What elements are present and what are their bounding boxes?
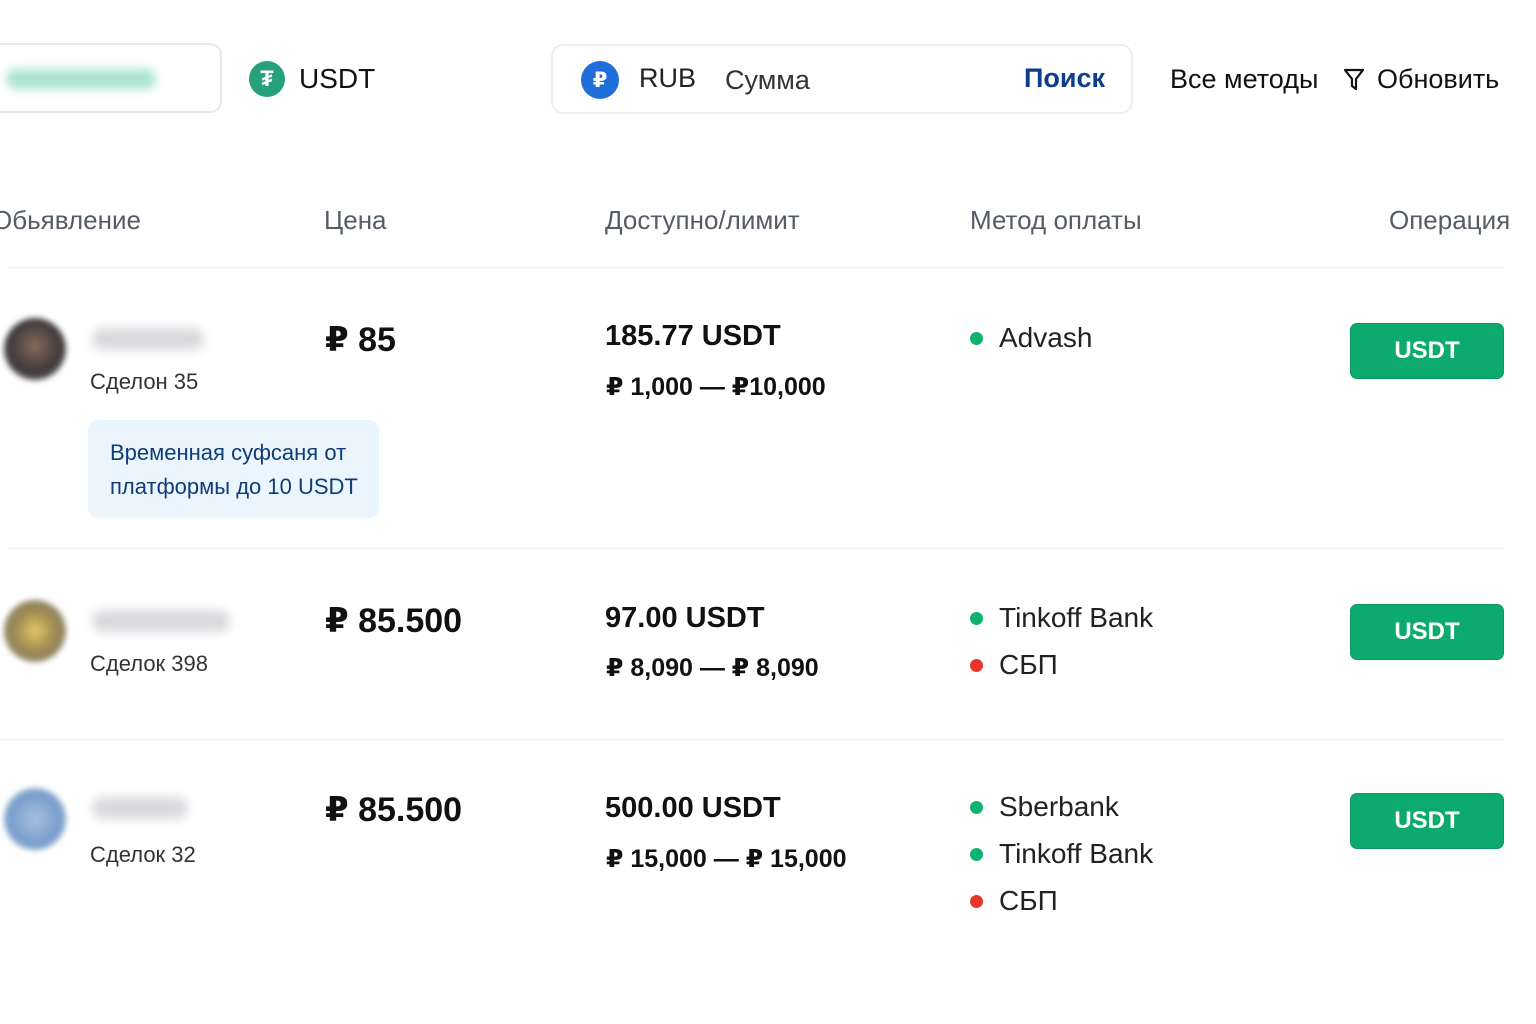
- blurred-username[interactable]: [92, 610, 230, 632]
- p2p-market-page: ₮ USDT ₽ RUB Поиск Все методы Обновить О…: [0, 0, 1536, 1024]
- price: ₽ 85.500: [325, 791, 463, 829]
- avatar[interactable]: [4, 788, 66, 850]
- all-methods-dropdown[interactable]: Все методы: [1170, 64, 1318, 95]
- header-payment-method: Метод оплаты: [970, 205, 1142, 235]
- buy-button[interactable]: USDT: [1350, 604, 1504, 660]
- buy-button[interactable]: USDT: [1350, 793, 1504, 849]
- refresh-label: Обновить: [1377, 64, 1500, 94]
- payment-method-label: СБП: [999, 885, 1058, 916]
- available-amount: 97.00 USDT: [605, 602, 765, 634]
- deals-count: Сделок 32: [90, 842, 196, 867]
- filter-icon: [1343, 68, 1365, 90]
- payment-method: Sberbank: [970, 791, 1119, 823]
- payment-method: СБП: [970, 885, 1058, 917]
- header-ad: Обьявление: [0, 205, 141, 235]
- tether-icon: ₮: [249, 61, 285, 97]
- limit-range: ₽ 1,000 — ₽10,000: [606, 373, 826, 401]
- blurred-username[interactable]: [92, 328, 204, 350]
- header-price: Цена: [324, 205, 387, 235]
- price: ₽ 85: [325, 321, 396, 359]
- status-dot-icon: [970, 847, 983, 861]
- payment-method-label: Sberbank: [999, 791, 1119, 822]
- header-operation: Операция: [1389, 205, 1511, 235]
- available-amount: 500.00 USDT: [605, 792, 781, 824]
- payment-method: Tinkoff Bank: [970, 602, 1153, 634]
- amount-input[interactable]: [725, 60, 1005, 100]
- avatar[interactable]: [4, 600, 66, 662]
- payment-method-label: Tinkoff Bank: [999, 838, 1154, 869]
- divider: [8, 548, 1504, 549]
- avatar[interactable]: [4, 318, 66, 380]
- deals-count: Сделок 398: [90, 651, 208, 676]
- promo-text-line: Временная суфсаня от: [110, 440, 347, 465]
- crypto-selector[interactable]: ₮ USDT: [249, 61, 375, 97]
- payment-method-label: Tinkoff Bank: [999, 602, 1154, 633]
- crypto-label: USDT: [299, 63, 376, 94]
- status-dot-icon: [970, 611, 983, 625]
- status-dot-icon: [970, 658, 983, 672]
- fiat-label[interactable]: RUB: [639, 63, 696, 94]
- status-dot-icon: [970, 894, 983, 908]
- payment-method-label: СБП: [999, 649, 1058, 680]
- status-dot-icon: [970, 331, 983, 345]
- payment-method: Tinkoff Bank: [970, 838, 1153, 870]
- payment-method-label: Advash: [999, 322, 1093, 353]
- promo-text-line: платформы до 10 USDT: [110, 474, 358, 499]
- search-button[interactable]: Поиск: [1024, 63, 1105, 94]
- status-dot-icon: [970, 800, 983, 814]
- refresh-button[interactable]: Обновить: [1343, 64, 1499, 95]
- blurred-username[interactable]: [92, 797, 188, 819]
- search-bar: ₽ RUB Поиск: [551, 44, 1133, 114]
- blurred-selector-value: [6, 69, 156, 89]
- buy-button[interactable]: USDT: [1350, 323, 1504, 379]
- deals-count: Сделон 35: [90, 369, 199, 394]
- limit-range: ₽ 15,000 — ₽ 15,000: [606, 845, 847, 873]
- header-available: Доступно/лимит: [605, 205, 800, 235]
- promo-badge: Временная суфсаня от платформы до 10 USD…: [88, 420, 379, 518]
- divider: [0, 739, 1504, 740]
- price: ₽ 85.500: [325, 602, 463, 640]
- merchant-selector[interactable]: [0, 43, 222, 113]
- available-amount: 185.77 USDT: [605, 320, 781, 352]
- ruble-icon[interactable]: ₽: [581, 61, 619, 99]
- payment-method: СБП: [970, 649, 1058, 681]
- payment-method: Advash: [970, 322, 1092, 354]
- limit-range: ₽ 8,090 — ₽ 8,090: [606, 654, 819, 682]
- divider: [8, 267, 1504, 268]
